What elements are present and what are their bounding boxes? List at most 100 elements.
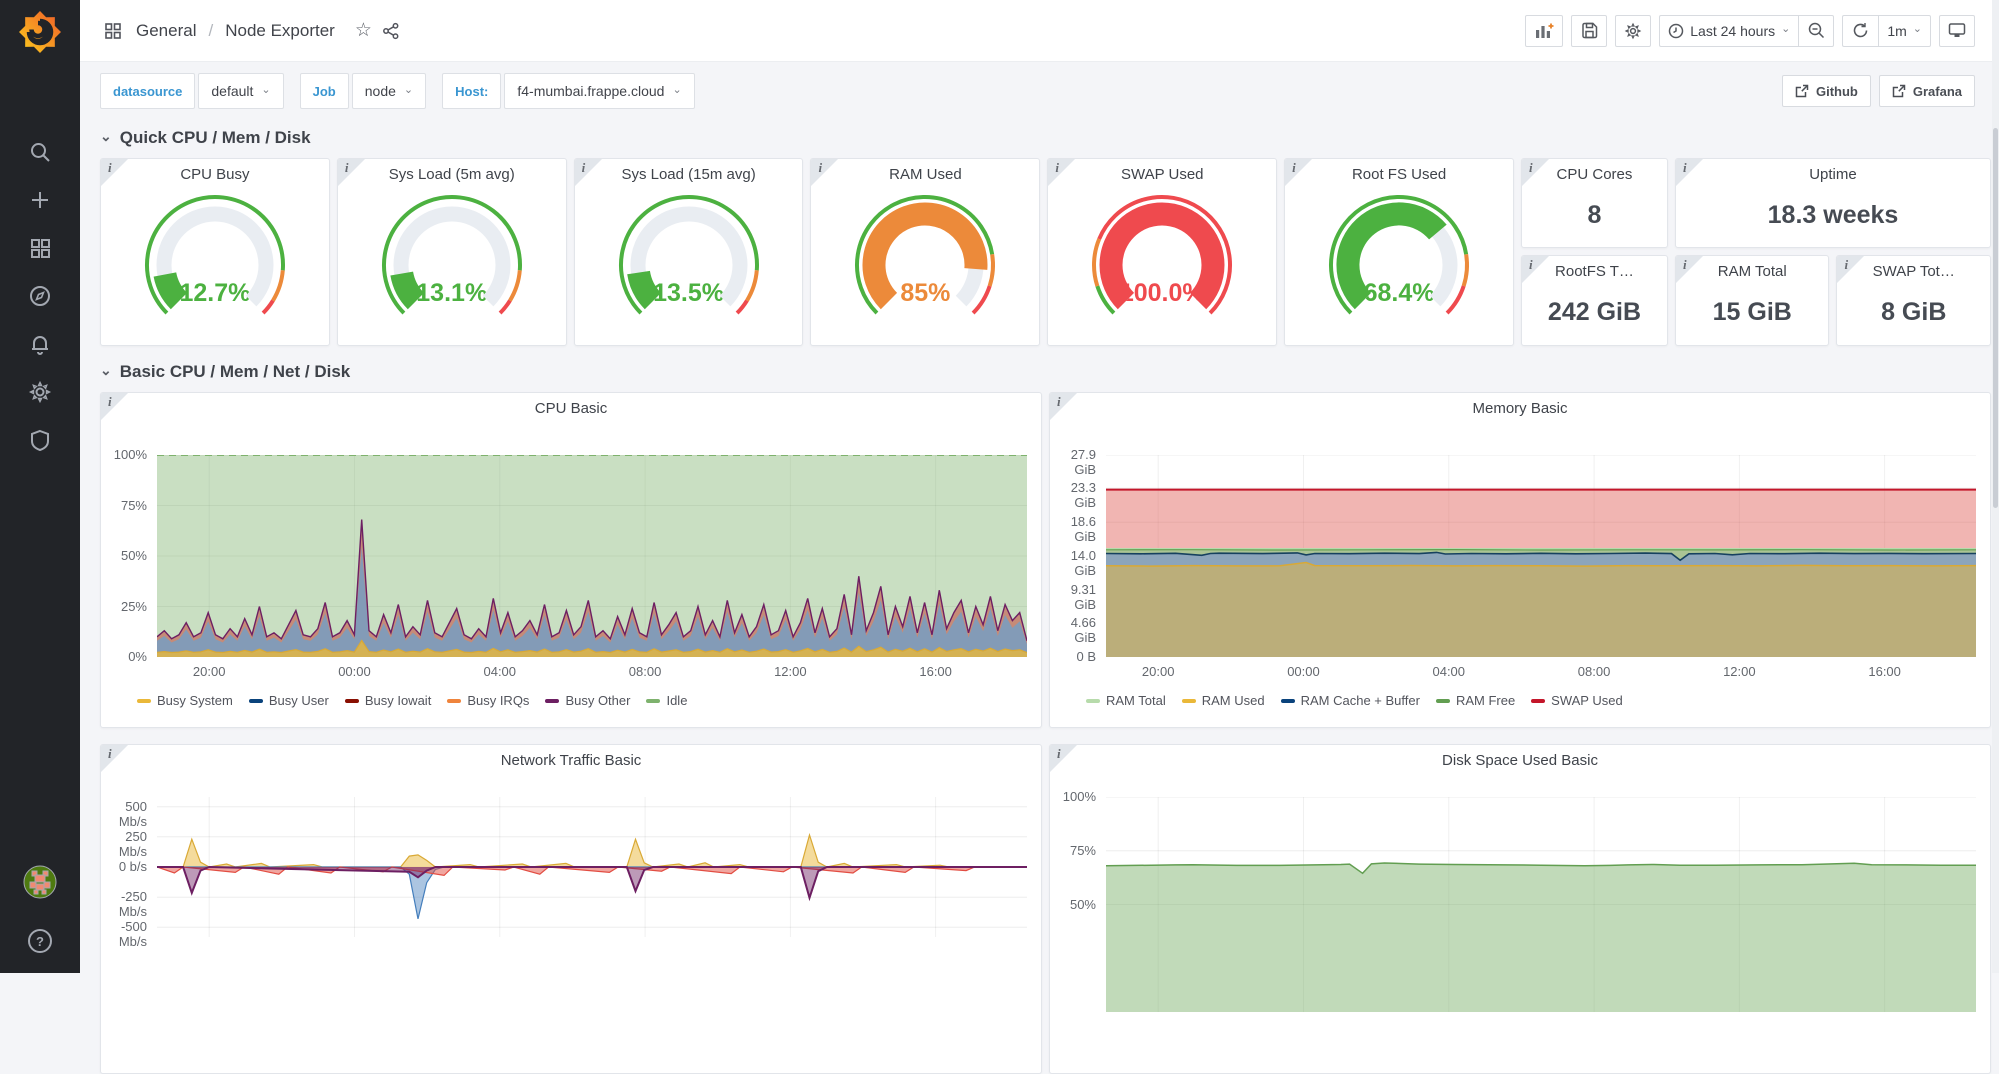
gauge-visualization: 100.0% xyxy=(1067,191,1257,323)
legend-label: Busy System xyxy=(157,693,233,708)
legend-item[interactable]: SWAP Used xyxy=(1531,693,1623,708)
share-icon[interactable] xyxy=(382,22,400,40)
panel-title[interactable]: CPU Busy xyxy=(101,166,329,183)
dashboard-grid-icon[interactable] xyxy=(104,22,122,40)
breadcrumb-section[interactable]: General xyxy=(136,21,196,41)
collapse-chevron-icon: ⌄ xyxy=(100,362,112,379)
panel-title[interactable]: Sys Load (5m avg) xyxy=(338,166,566,183)
section-quick-cpu-mem-disk[interactable]: ⌄ Quick CPU / Mem / Disk xyxy=(100,128,1991,148)
legend-item[interactable]: Busy Other xyxy=(545,693,630,708)
panel-network-traffic-basic: i Network Traffic Basic 500 Mb/s250 Mb/s… xyxy=(100,744,1042,1074)
x-axis-tick-label: 20:00 xyxy=(1132,664,1184,679)
x-axis-tick-label: 08:00 xyxy=(1568,664,1620,679)
add-panel-button[interactable] xyxy=(1525,15,1563,47)
user-avatar[interactable] xyxy=(23,865,57,899)
network-traffic-plot-area[interactable] xyxy=(157,797,1027,937)
page-scrollbar[interactable] xyxy=(1992,0,1999,973)
panel-title[interactable]: SWAP Used xyxy=(1048,166,1276,183)
scrollbar-thumb[interactable] xyxy=(1993,128,1998,508)
admin-shield-icon[interactable] xyxy=(26,426,54,454)
y-axis-tick-label: 250 Mb/s xyxy=(101,829,147,859)
panel-title[interactable]: Root FS Used xyxy=(1285,166,1513,183)
variable-datasource: datasource default ⌄ xyxy=(100,73,284,109)
y-axis-tick-label: 50% xyxy=(1050,897,1096,912)
section-basic-cpu-mem-net-disk[interactable]: ⌄ Basic CPU / Mem / Net / Disk xyxy=(100,362,1991,382)
y-axis-tick-label: -250 Mb/s xyxy=(101,889,147,919)
chevron-down-icon: ⌄ xyxy=(261,83,270,96)
y-axis-tick-label: 100% xyxy=(101,447,147,462)
panel-title[interactable]: Uptime xyxy=(1676,166,1990,183)
alerting-bell-icon[interactable] xyxy=(26,330,54,358)
panel-title[interactable]: Memory Basic xyxy=(1050,400,1990,417)
panel-cpu-busy: i CPU Busy 12.7% xyxy=(100,158,330,346)
variable-datasource-select[interactable]: default ⌄ xyxy=(198,73,283,109)
y-axis-tick-label: 4.66 GiB xyxy=(1050,615,1096,645)
favorite-star-icon[interactable]: ☆ xyxy=(355,19,372,42)
link-label: Github xyxy=(1816,84,1858,99)
memory-basic-plot-area[interactable] xyxy=(1106,455,1976,657)
panel-swap-used: i SWAP Used 100.0% xyxy=(1047,158,1277,346)
stat-value: 8 GiB xyxy=(1837,298,1990,327)
variable-value: default xyxy=(211,83,253,99)
panel-cpu-cores: i CPU Cores 8 xyxy=(1521,158,1668,248)
legend-item[interactable]: RAM Cache + Buffer xyxy=(1281,693,1420,708)
panel-title[interactable]: Sys Load (15m avg) xyxy=(575,166,803,183)
panel-title[interactable]: SWAP Tot… xyxy=(1837,263,1990,280)
panel-title[interactable]: RootFS T… xyxy=(1522,263,1667,280)
collapse-chevron-icon: ⌄ xyxy=(100,128,112,145)
panel-title[interactable]: RAM Used xyxy=(811,166,1039,183)
zoom-out-button[interactable] xyxy=(1798,15,1834,47)
legend-item[interactable]: RAM Total xyxy=(1086,693,1166,708)
legend-item[interactable]: Busy User xyxy=(249,693,329,708)
panel-title[interactable]: RAM Total xyxy=(1676,263,1829,280)
x-axis-tick-label: 04:00 xyxy=(1423,664,1475,679)
sidebar: ? xyxy=(0,0,80,973)
y-axis-tick-label: 500 Mb/s xyxy=(101,799,147,829)
time-range-picker[interactable]: Last 24 hours ⌄ xyxy=(1659,15,1798,47)
panel-root-fs-used: i Root FS Used 68.4% xyxy=(1284,158,1514,346)
legend-item[interactable]: RAM Used xyxy=(1182,693,1265,708)
help-icon[interactable]: ? xyxy=(26,927,54,955)
grafana-logo-icon[interactable] xyxy=(16,8,64,56)
refresh-button[interactable] xyxy=(1842,15,1878,47)
dashboards-icon[interactable] xyxy=(26,234,54,262)
panel-title[interactable]: CPU Basic xyxy=(101,400,1041,417)
panel-title[interactable]: Network Traffic Basic xyxy=(101,752,1041,769)
chevron-down-icon: ⌄ xyxy=(1913,22,1922,35)
cycle-view-mode-button[interactable] xyxy=(1939,15,1975,47)
save-dashboard-button[interactable] xyxy=(1571,15,1607,47)
legend-item[interactable]: Idle xyxy=(646,693,687,708)
dashboard-settings-button[interactable] xyxy=(1615,15,1651,47)
panel-swap-total: i SWAP Tot… 8 GiB xyxy=(1836,255,1991,346)
variable-host: Host: f4-mumbai.frappe.cloud ⌄ xyxy=(442,73,695,109)
create-plus-icon[interactable] xyxy=(26,186,54,214)
settings-gear-icon[interactable] xyxy=(26,378,54,406)
link-label: Grafana xyxy=(1913,84,1962,99)
y-axis-tick-label: 0% xyxy=(101,649,147,664)
panel-ram-total: i RAM Total 15 GiB xyxy=(1675,255,1830,346)
external-link-icon xyxy=(1795,84,1809,98)
explore-compass-icon[interactable] xyxy=(26,282,54,310)
disk-space-plot-area[interactable] xyxy=(1106,797,1976,1012)
legend-item[interactable]: Busy IRQs xyxy=(447,693,529,708)
panel-title[interactable]: Disk Space Used Basic xyxy=(1050,752,1990,769)
breadcrumb: General / Node Exporter ☆ xyxy=(104,19,400,42)
search-icon[interactable] xyxy=(26,138,54,166)
refresh-interval-picker[interactable]: 1m ⌄ xyxy=(1878,15,1931,47)
legend-item[interactable]: Busy System xyxy=(137,693,233,708)
legend-color-marker xyxy=(1182,699,1196,703)
chevron-down-icon: ⌄ xyxy=(1781,22,1790,35)
chevron-down-icon: ⌄ xyxy=(404,83,413,96)
stat-value: 15 GiB xyxy=(1676,298,1829,327)
legend-item[interactable]: RAM Free xyxy=(1436,693,1515,708)
cpu-basic-plot-area[interactable] xyxy=(157,455,1027,657)
legend-label: RAM Free xyxy=(1456,693,1515,708)
grafana-link-button[interactable]: Grafana xyxy=(1879,75,1975,107)
breadcrumb-page-title[interactable]: Node Exporter xyxy=(225,21,335,41)
variable-job-select[interactable]: node ⌄ xyxy=(352,73,426,109)
variable-host-select[interactable]: f4-mumbai.frappe.cloud ⌄ xyxy=(504,73,694,109)
panel-title[interactable]: CPU Cores xyxy=(1522,166,1667,183)
variable-label: Job xyxy=(300,73,349,109)
github-link-button[interactable]: Github xyxy=(1782,75,1871,107)
legend-item[interactable]: Busy Iowait xyxy=(345,693,431,708)
